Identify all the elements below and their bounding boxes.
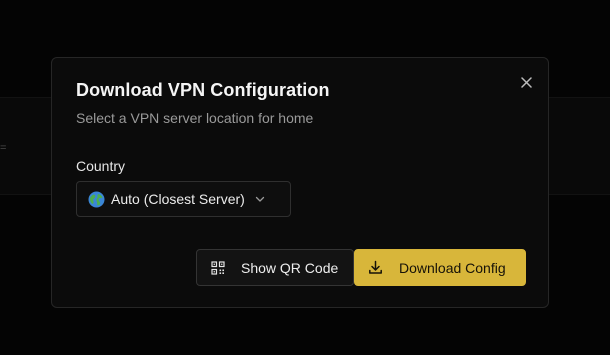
modal-subtitle: Select a VPN server location for home [76, 110, 314, 126]
show-qr-code-button[interactable]: Show QR Code [196, 249, 354, 286]
globe-icon [88, 191, 105, 207]
country-select-value: Auto (Closest Server) [111, 191, 245, 207]
download-config-label: Download Config [399, 259, 506, 276]
show-qr-code-label: Show QR Code [241, 259, 339, 276]
download-config-button[interactable]: Download Config [354, 249, 526, 286]
country-select[interactable]: Auto (Closest Server) [76, 181, 291, 217]
download-vpn-modal: Download VPN Configuration Select a VPN … [51, 57, 549, 308]
qr-code-icon [211, 260, 225, 275]
download-icon [369, 260, 382, 274]
modal-title: Download VPN Configuration [76, 80, 330, 100]
close-button[interactable] [516, 72, 536, 92]
chevron-down-icon [255, 196, 264, 202]
country-label: Country [76, 158, 126, 174]
close-icon [520, 76, 532, 88]
